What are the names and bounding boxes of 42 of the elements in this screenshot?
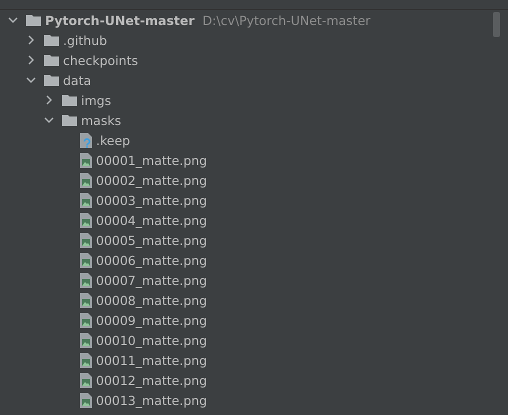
folder-icon <box>26 14 41 26</box>
folder-icon <box>62 94 77 106</box>
image-file-icon <box>80 232 92 248</box>
file-name[interactable]: 00003_matte.png <box>96 192 208 208</box>
image-file-icon <box>80 272 92 288</box>
image-file-icon <box>80 312 92 328</box>
folder-icon <box>44 74 59 86</box>
image-file-icon <box>80 352 92 368</box>
file-name[interactable]: 00009_matte.png <box>96 312 208 328</box>
unknown-file-icon <box>80 132 92 148</box>
file-name[interactable]: 00011_matte.png <box>96 352 208 368</box>
image-file-icon <box>80 332 92 348</box>
file-name[interactable]: 00004_matte.png <box>96 212 208 228</box>
image-file-icon <box>80 372 92 388</box>
image-file-icon <box>80 392 92 408</box>
folder-name[interactable]: Pytorch-UNet-master <box>45 12 195 28</box>
image-file-icon <box>80 292 92 308</box>
file-name[interactable]: 00010_matte.png <box>96 332 208 348</box>
folder-path: D:\cv\Pytorch-UNet-master <box>202 12 370 28</box>
folder-icon <box>44 54 59 66</box>
file-name[interactable]: 00006_matte.png <box>96 252 208 268</box>
image-file-icon <box>80 152 92 168</box>
file-name[interactable]: 00001_matte.png <box>96 152 208 168</box>
file-name[interactable]: 00008_matte.png <box>96 292 208 308</box>
image-file-icon <box>80 252 92 268</box>
file-name[interactable]: 00012_matte.png <box>96 372 208 388</box>
folder-name[interactable]: imgs <box>81 92 112 108</box>
file-name[interactable]: 00007_matte.png <box>96 272 208 288</box>
folder-name[interactable]: data <box>63 72 92 88</box>
image-file-icon <box>80 192 92 208</box>
image-file-icon <box>80 212 92 228</box>
file-name[interactable]: 00002_matte.png <box>96 172 208 188</box>
scrollbar-thumb[interactable] <box>493 12 500 37</box>
file-name[interactable]: .keep <box>96 132 130 148</box>
folder-name[interactable]: checkpoints <box>63 52 138 68</box>
folder-name[interactable]: masks <box>81 112 122 128</box>
file-name[interactable]: 00005_matte.png <box>96 232 208 248</box>
folder-name[interactable]: .github <box>63 32 108 48</box>
file-name[interactable]: 00013_matte.png <box>96 392 208 408</box>
image-file-icon <box>80 172 92 188</box>
folder-icon <box>44 34 59 46</box>
folder-icon <box>62 114 77 126</box>
